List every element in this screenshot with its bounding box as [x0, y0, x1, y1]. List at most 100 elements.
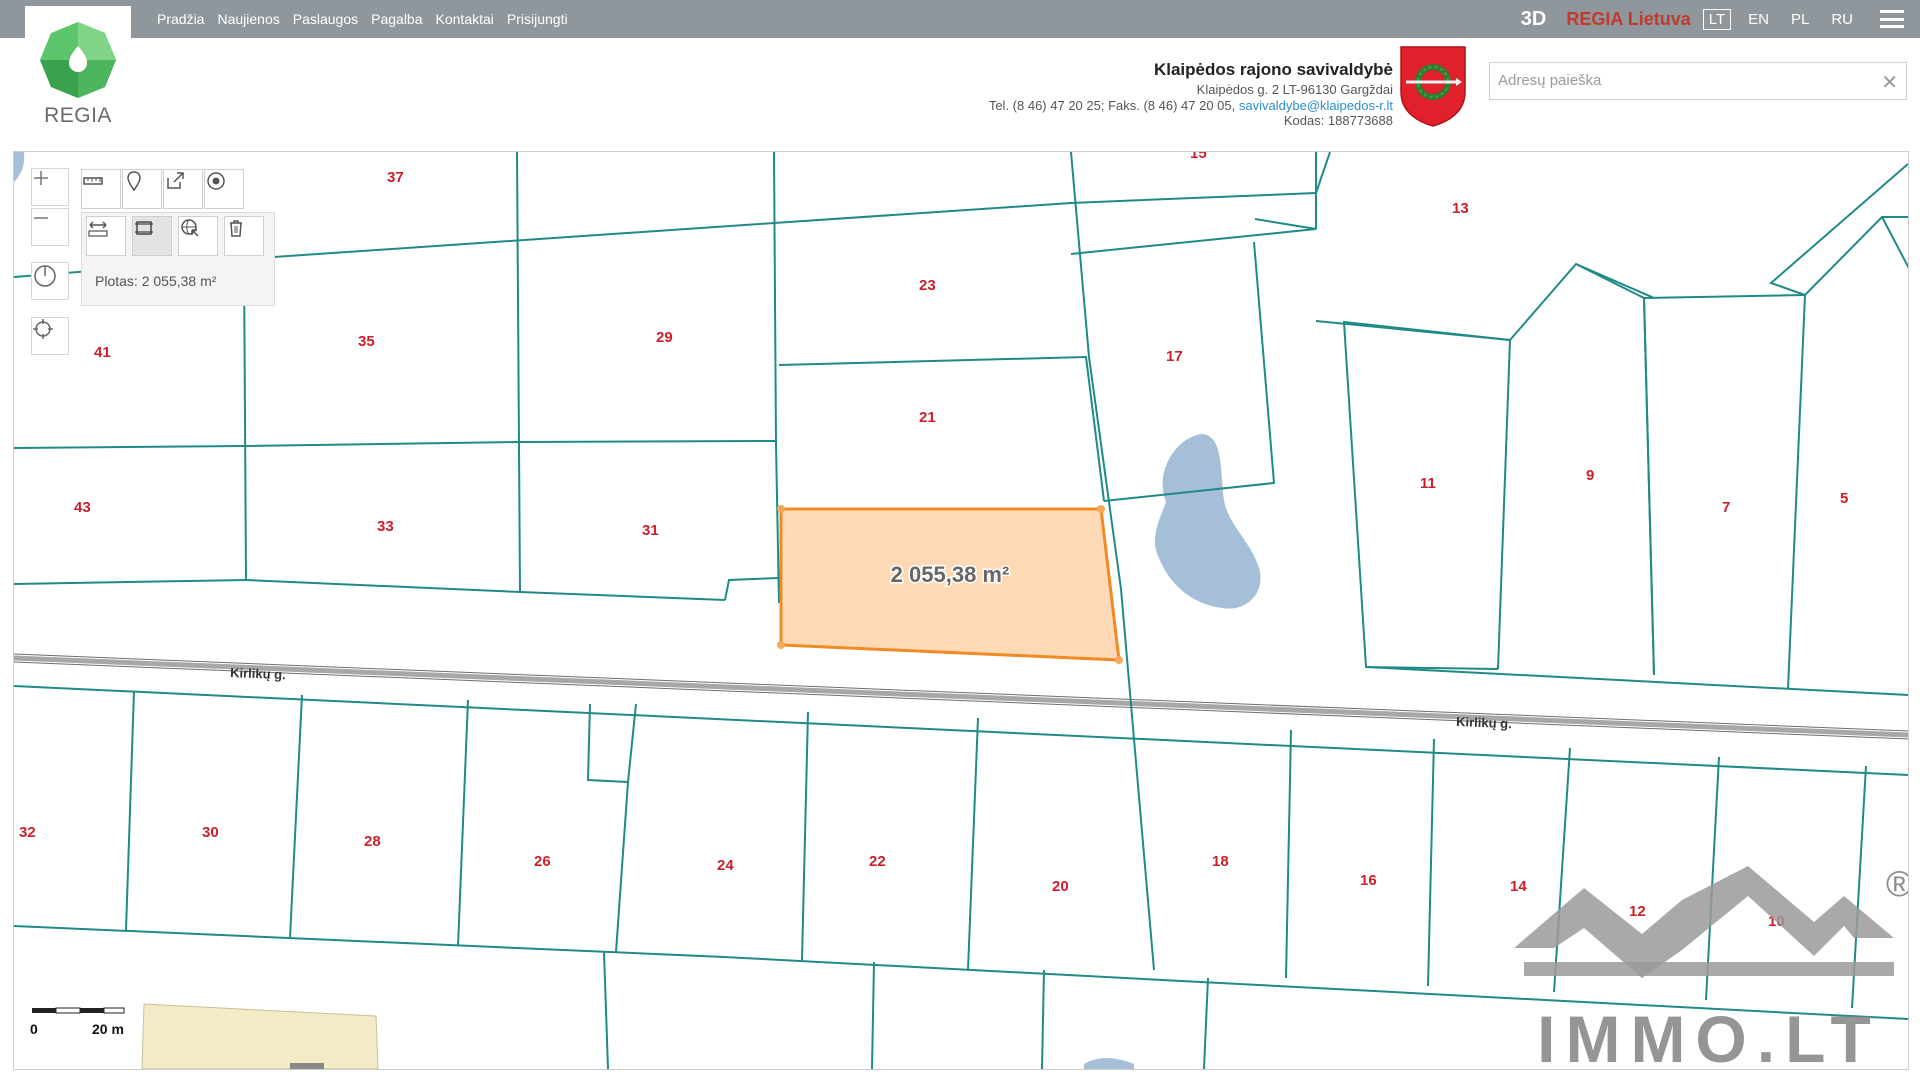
- vertex-handle[interactable]: [1115, 656, 1123, 664]
- parcel-label: 17: [1166, 348, 1183, 365]
- parcel-label: 15: [1190, 152, 1207, 162]
- parcel-label: 28: [364, 833, 381, 850]
- parcel-label: 21: [919, 409, 936, 426]
- measure-area-tool[interactable]: [132, 216, 172, 256]
- municipality-email-link[interactable]: savivaldybe@klaipedos-r.lt: [1239, 98, 1393, 113]
- area-marker: [290, 1063, 324, 1069]
- nav-help[interactable]: Pagalba: [371, 11, 422, 27]
- compass-icon: [34, 265, 56, 287]
- address-search[interactable]: ✕: [1489, 62, 1907, 100]
- measure-length-button[interactable]: [81, 169, 121, 209]
- vertex-handle[interactable]: [1097, 505, 1105, 513]
- parcel-label: 43: [74, 499, 91, 516]
- parcel-label: 22: [869, 853, 886, 870]
- scale-label-end: 20 m: [92, 1021, 124, 1037]
- highlighted-area: [141, 1003, 379, 1069]
- measure-distance-tool[interactable]: [86, 216, 126, 256]
- parcel-label: 9: [1586, 467, 1594, 484]
- area-label: 2 055,38 m²: [891, 562, 1010, 587]
- municipality-name: Klaipėdos rajono savivaldybė: [1153, 60, 1393, 79]
- parcel-label: 33: [377, 518, 394, 535]
- pond-small: [1084, 1058, 1134, 1069]
- regia-logo[interactable]: REGIA: [25, 6, 131, 130]
- parcel-label: 30: [202, 824, 219, 841]
- nav-contacts[interactable]: Kontaktai: [436, 11, 494, 27]
- scale-label-start: 0: [30, 1021, 38, 1037]
- road-edge-top: [14, 653, 1908, 732]
- road-line: [14, 655, 1908, 738]
- lang-en[interactable]: EN: [1743, 10, 1774, 29]
- scale-bar: [32, 1007, 125, 1014]
- road-edge-bottom: [14, 661, 1908, 740]
- municipality-info: Klaipėdos rajono savivaldybė Klaipėdos g…: [989, 58, 1393, 129]
- target-icon: [207, 172, 225, 190]
- pond: [1154, 434, 1261, 609]
- parcel-label: 16: [1360, 872, 1377, 889]
- globe-cursor-icon: [181, 219, 199, 237]
- parcel-label: 11: [1420, 475, 1436, 492]
- parcel-label: 23: [919, 277, 936, 294]
- select-parcel-tool[interactable]: [178, 216, 218, 256]
- target-button[interactable]: [204, 169, 244, 209]
- immo-watermark: IMMO.LT ®: [1514, 866, 1908, 1069]
- parcel-label: 32: [19, 824, 36, 841]
- share-button[interactable]: [163, 169, 203, 209]
- vertex-handle[interactable]: [777, 505, 785, 513]
- map-pin-icon: [127, 171, 141, 192]
- delete-measure-button[interactable]: [224, 216, 264, 256]
- measure-result: Plotas: 2 055,38 m²: [95, 273, 217, 289]
- nav-services[interactable]: Paslaugos: [293, 11, 358, 27]
- trash-icon: [230, 220, 242, 237]
- minus-icon: [34, 217, 48, 219]
- parcel-label: 37: [387, 169, 404, 186]
- regia-logo-icon: [40, 22, 116, 98]
- main-nav: Pradžia Naujienos Paslaugos Pagalba Kont…: [157, 0, 568, 38]
- plus-icon: [34, 171, 48, 185]
- parcel-label: 31: [642, 522, 659, 539]
- lang-pl[interactable]: PL: [1786, 10, 1814, 29]
- area-icon: [135, 221, 153, 235]
- parcel-label: 7: [1722, 499, 1730, 516]
- top-right-controls: 3D REGIA Lietuva LT EN PL RU: [1521, 0, 1920, 38]
- share-icon: [167, 172, 184, 189]
- parcel-label: 5: [1840, 490, 1848, 507]
- parcel-label: 13: [1452, 200, 1469, 217]
- municipality-contacts: Tel. (8 46) 47 20 25; Faks. (8 46) 47 20…: [989, 98, 1393, 114]
- municipality-code: Kodas: 188773688: [1283, 113, 1393, 128]
- water-fragment: [14, 152, 25, 182]
- watermark-text: IMMO.LT: [1537, 1002, 1881, 1069]
- nav-home[interactable]: Pradžia: [157, 11, 204, 27]
- street-label: Kirlikų g.: [1456, 714, 1512, 731]
- hamburger-menu-icon[interactable]: [1880, 10, 1904, 28]
- parcel-label: 41: [94, 344, 111, 361]
- top-bar: Pradžia Naujienos Paslaugos Pagalba Kont…: [0, 0, 1920, 38]
- marker-button[interactable]: [122, 169, 162, 209]
- municipality-phone: Tel. (8 46) 47 20 25; Faks. (8 46) 47 20…: [988, 97, 1236, 113]
- map-view[interactable]: 2 055,38 m² Kirlikų g. Kirlikų g. 37 15 …: [13, 151, 1909, 1070]
- crosshair-icon: [33, 319, 53, 339]
- vertex-handle[interactable]: [777, 641, 785, 649]
- coat-of-arms-icon: [1398, 44, 1468, 128]
- street-label: Kirlikų g.: [230, 665, 286, 682]
- parcel-label: 18: [1212, 853, 1229, 870]
- nav-news[interactable]: Naujienos: [217, 11, 279, 27]
- regia-lietuva-link[interactable]: REGIA Lietuva: [1566, 9, 1690, 30]
- parcel-label: 29: [656, 329, 673, 346]
- regia-logo-text: REGIA: [44, 104, 112, 127]
- lang-lt[interactable]: LT: [1702, 8, 1732, 30]
- zoom-in-button[interactable]: [31, 168, 69, 206]
- locate-button[interactable]: [31, 317, 69, 355]
- address-search-input[interactable]: [1490, 63, 1886, 97]
- registered-mark: ®: [1886, 866, 1908, 904]
- parcel-label: 35: [358, 333, 375, 350]
- 3d-button[interactable]: 3D: [1521, 8, 1547, 31]
- compass-button[interactable]: [31, 262, 69, 300]
- nav-login[interactable]: Prisijungti: [507, 11, 568, 27]
- zoom-out-button[interactable]: [31, 208, 69, 246]
- parcel-label: 26: [534, 853, 551, 870]
- municipality-address: Klaipėdos g. 2 LT-96130 Gargždai: [1196, 82, 1393, 97]
- ruler-icon: [83, 177, 103, 185]
- parcel-label: 20: [1052, 878, 1069, 895]
- clear-search-icon[interactable]: ✕: [1881, 70, 1898, 95]
- lang-ru[interactable]: RU: [1826, 10, 1858, 29]
